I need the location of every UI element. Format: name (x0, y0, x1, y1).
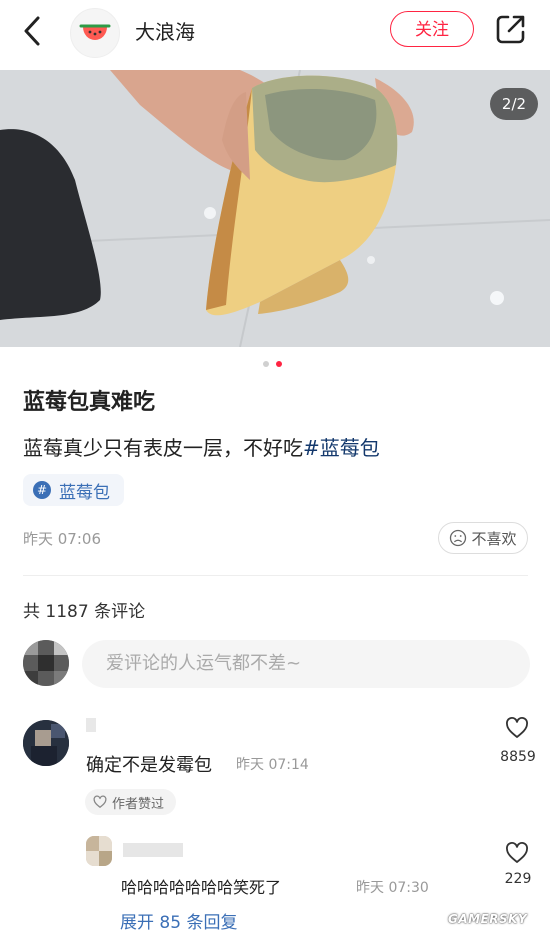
post-image[interactable] (0, 70, 550, 347)
reply-like-button[interactable] (505, 841, 529, 865)
commenter-avatar[interactable] (23, 720, 69, 766)
pixelated-avatar (23, 640, 69, 686)
dislike-button[interactable]: 不喜欢 (438, 522, 528, 554)
watermark: GAMERSKY (448, 912, 528, 926)
post-body: 蓝莓真少只有表皮一层，不好吃#蓝莓包 (23, 432, 380, 461)
comment-time: 昨天 07:14 (236, 757, 309, 773)
share-icon (496, 15, 525, 44)
heart-icon (93, 795, 107, 808)
commenter-name-redacted (86, 718, 96, 732)
dislike-label: 不喜欢 (471, 529, 517, 548)
replier-avatar[interactable] (86, 836, 112, 866)
expand-replies-link[interactable]: 展开 85 条回复 (120, 908, 237, 933)
watermelon-icon (79, 24, 111, 40)
my-avatar (23, 640, 69, 686)
carousel-dot-2-active[interactable] (276, 361, 282, 367)
hashtag-icon: # (33, 481, 51, 499)
chevron-left-icon (24, 16, 40, 46)
pixelated-avatar (86, 836, 112, 866)
reply-like-count: 229 (504, 871, 532, 887)
replier-name-redacted (123, 843, 183, 857)
comment-like-count: 8859 (500, 749, 536, 765)
post-title: 蓝莓包真难吃 (23, 390, 156, 415)
comment-input[interactable]: 爱评论的人运气都不差~ (82, 640, 530, 688)
reply-text: 哈哈哈哈哈哈哈笑死了 (121, 878, 282, 897)
comment-like-button[interactable] (505, 716, 529, 740)
heart-icon (506, 842, 528, 863)
page-indicator: 2/2 (490, 88, 538, 120)
follow-button[interactable]: 关注 (390, 11, 474, 47)
divider (23, 575, 528, 576)
topic-tag[interactable]: # 蓝莓包 (23, 474, 124, 506)
moldy-bread-photo (0, 70, 550, 347)
author-liked-badge: 作者赞过 (85, 789, 177, 815)
post-body-text: 蓝莓真少只有表皮一层，不好吃 (23, 436, 303, 460)
heart-icon (506, 717, 528, 738)
post-hashtag-link[interactable]: #蓝莓包 (303, 436, 380, 460)
back-button[interactable] (18, 14, 48, 48)
comment-count: 共 1187 条评论 (23, 602, 146, 622)
share-button[interactable] (494, 12, 528, 46)
pixelated-avatar (23, 720, 69, 766)
author-liked-label: 作者赞过 (112, 796, 165, 812)
author-avatar[interactable] (70, 8, 120, 58)
author-name[interactable]: 大浪海 (135, 16, 195, 45)
carousel-dot-1[interactable] (263, 361, 269, 367)
topic-tag-label: 蓝莓包 (59, 482, 110, 503)
sad-face-icon (450, 529, 467, 547)
post-date: 昨天 07:06 (23, 530, 101, 548)
comment-text: 确定不是发霉包 (86, 755, 212, 776)
reply-time: 昨天 07:30 (356, 880, 429, 896)
